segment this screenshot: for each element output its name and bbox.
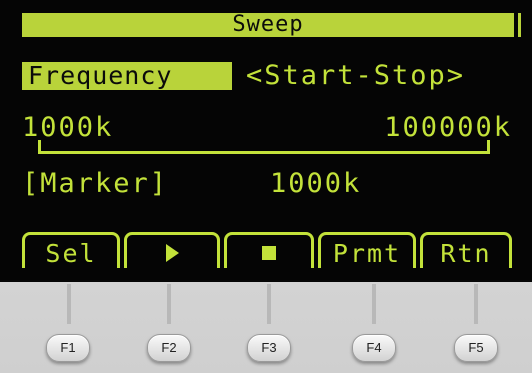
- f3-guide-line: [267, 284, 271, 324]
- stop-icon: [262, 246, 276, 260]
- softkey-stop[interactable]: [224, 232, 314, 268]
- f5-guide-line: [474, 284, 478, 324]
- sweep-mode: <Start-Stop>: [246, 60, 466, 91]
- instrument-front-panel: Sweep Frequency <Start-Stop> 1000k 10000…: [0, 0, 532, 373]
- f1-guide-line: [67, 284, 71, 324]
- lcd-screen: Sweep Frequency <Start-Stop> 1000k 10000…: [0, 0, 532, 282]
- sweep-range-bracket: [38, 140, 490, 154]
- softkey-rtn[interactable]: Rtn: [420, 232, 512, 268]
- screen-title: Sweep: [22, 13, 514, 37]
- softkey-prmt-label: Prmt: [332, 239, 402, 268]
- softkey-sel-label: Sel: [45, 239, 97, 268]
- softkey-bar: Sel Prmt Rtn: [22, 232, 522, 272]
- f4-button[interactable]: F4: [352, 334, 396, 362]
- f2-guide-line: [167, 284, 171, 324]
- title-scroll-marker: [518, 13, 521, 37]
- parameter-label: Frequency: [22, 62, 232, 90]
- softkey-prmt[interactable]: Prmt: [318, 232, 416, 268]
- f2-button[interactable]: F2: [147, 334, 191, 362]
- f5-button[interactable]: F5: [454, 334, 498, 362]
- softkey-rtn-label: Rtn: [440, 239, 492, 268]
- marker-label: [Marker]: [22, 168, 169, 199]
- f3-button[interactable]: F3: [247, 334, 291, 362]
- softkey-play[interactable]: [124, 232, 220, 268]
- marker-value: 1000k: [270, 168, 362, 199]
- softkey-sel[interactable]: Sel: [22, 232, 120, 268]
- f1-button[interactable]: F1: [46, 334, 90, 362]
- f4-guide-line: [372, 284, 376, 324]
- play-icon: [165, 244, 179, 262]
